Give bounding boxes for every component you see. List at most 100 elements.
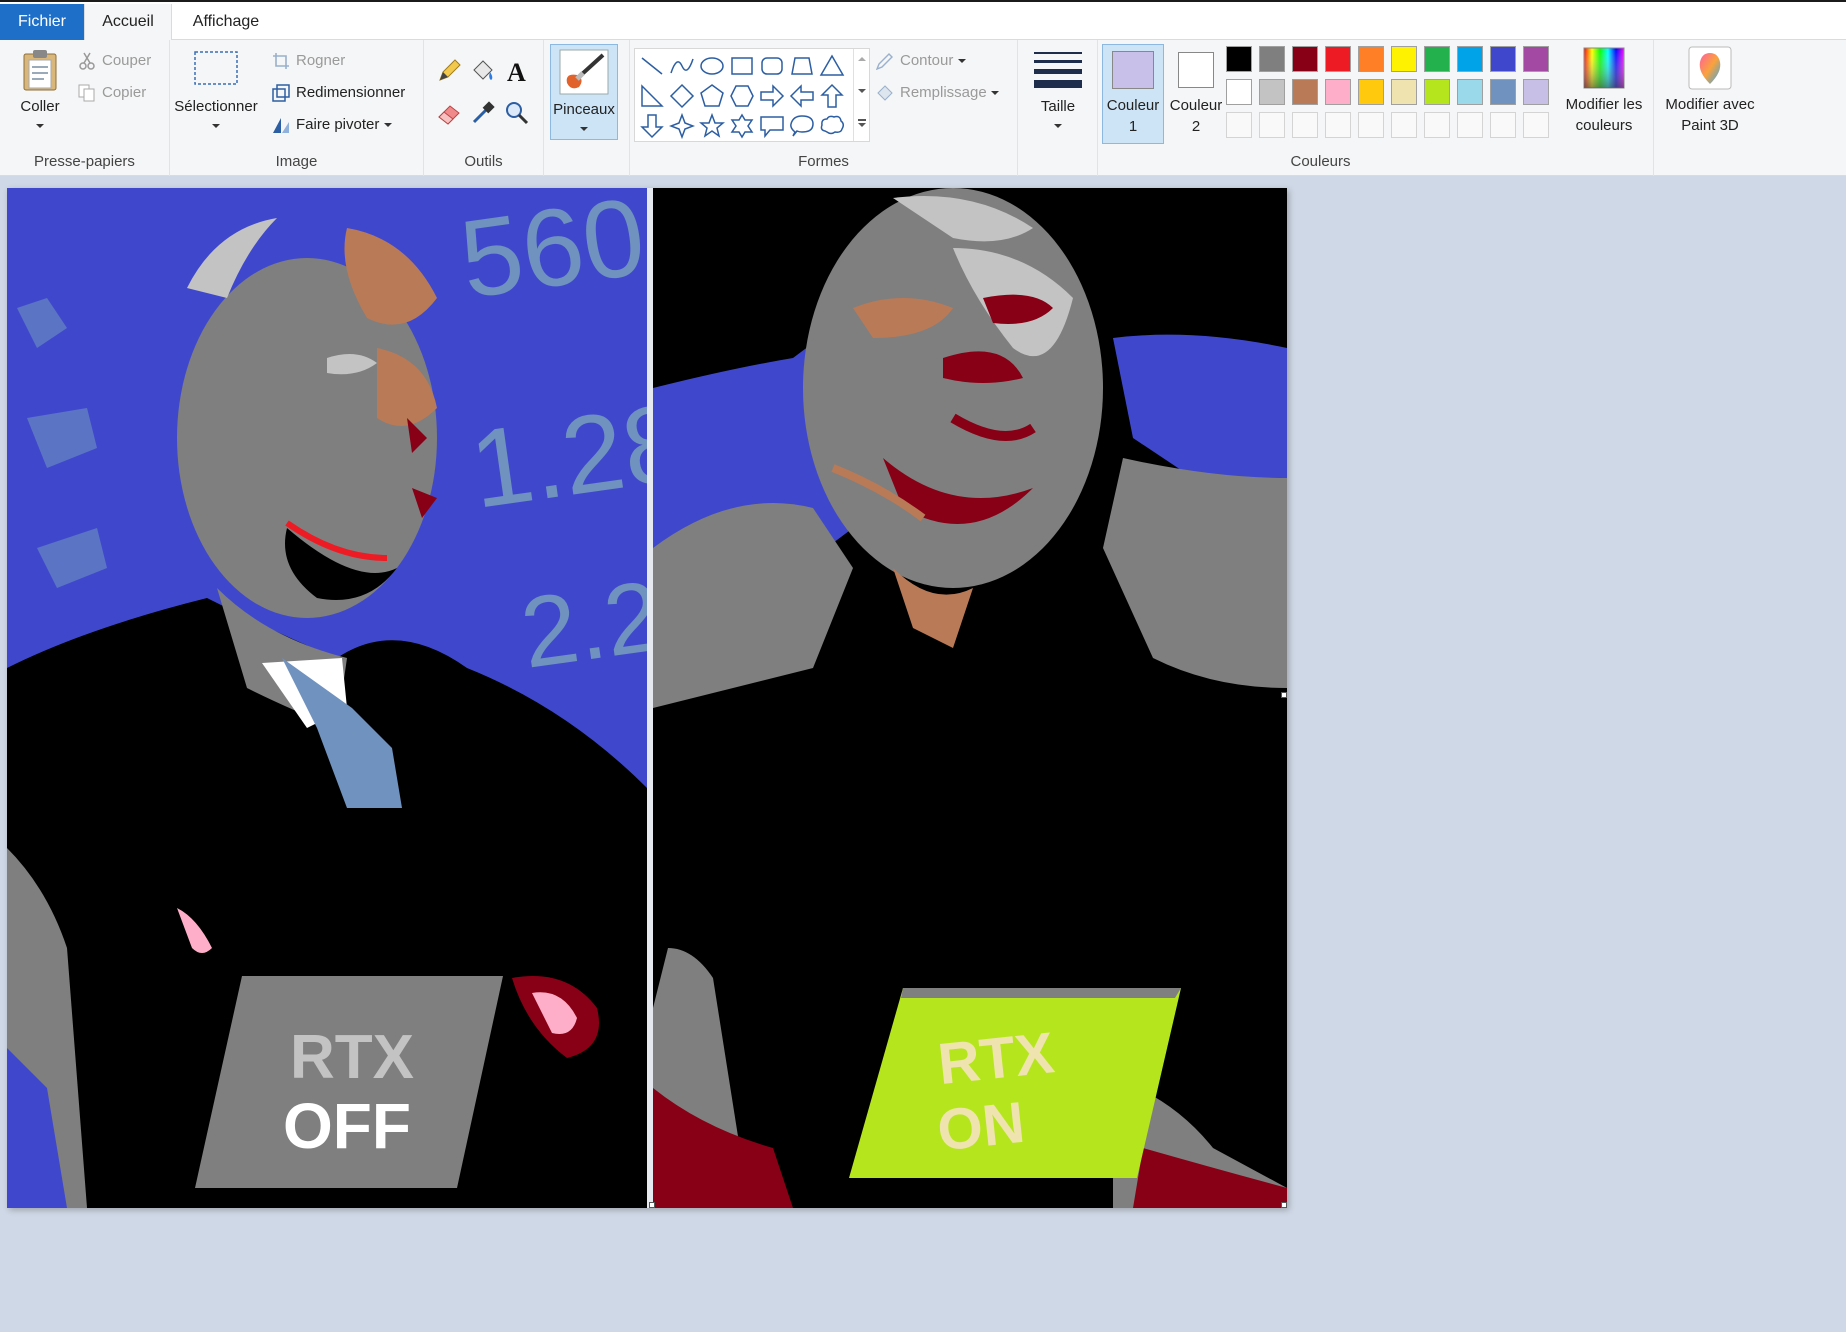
drawing-canvas[interactable]: 560 1.28 2.2 RTX OFF RTX ON xyxy=(7,188,1287,1208)
color-picker-icon[interactable] xyxy=(470,100,496,126)
tab-view[interactable]: Affichage xyxy=(172,4,280,40)
edit-colors-button[interactable]: Modifier les couleurs xyxy=(1554,46,1654,136)
color2-button[interactable]: Couleur 2 xyxy=(1166,44,1226,144)
resize-handle-bottom-center[interactable] xyxy=(649,1202,655,1208)
palette-swatch[interactable] xyxy=(1424,46,1450,72)
copy-button[interactable]: Copier xyxy=(78,80,146,106)
rtx-on-line1: RTX xyxy=(935,1020,1057,1097)
crop-button[interactable]: Rogner xyxy=(272,48,345,74)
custom-color-slot[interactable] xyxy=(1226,112,1252,138)
crop-icon xyxy=(272,52,290,70)
tab-file[interactable]: Fichier xyxy=(0,4,84,40)
resize-handle-right-middle[interactable] xyxy=(1281,692,1287,698)
four-point-star-shape-icon[interactable] xyxy=(669,113,695,139)
resize-handle-bottom-right[interactable] xyxy=(1281,1202,1287,1208)
custom-color-slot[interactable] xyxy=(1292,112,1318,138)
right-triangle-shape-icon[interactable] xyxy=(639,83,665,109)
fill-bucket-icon[interactable] xyxy=(470,58,496,84)
rectangle-shape-icon[interactable] xyxy=(729,53,755,79)
text-icon[interactable]: A xyxy=(504,58,530,87)
paste-button[interactable]: Coller xyxy=(12,48,68,134)
palette-swatch[interactable] xyxy=(1226,46,1252,72)
chevron-down-icon xyxy=(990,91,999,96)
palette-swatch[interactable] xyxy=(1358,46,1384,72)
right-arrow-shape-icon[interactable] xyxy=(759,83,785,109)
rotate-button[interactable]: Faire pivoter xyxy=(272,112,392,138)
rotate-label: Faire pivoter xyxy=(296,116,380,133)
palette-swatch[interactable] xyxy=(1226,79,1252,105)
expand-gallery-icon[interactable] xyxy=(858,119,866,121)
palette-swatch[interactable] xyxy=(1259,79,1285,105)
cloud-callout-shape-icon[interactable] xyxy=(819,113,845,139)
palette-swatch[interactable] xyxy=(1358,79,1384,105)
palette-swatch[interactable] xyxy=(1292,79,1318,105)
palette-swatch[interactable] xyxy=(1292,46,1318,72)
shapes-gallery xyxy=(634,48,870,142)
palette-swatch[interactable] xyxy=(1523,46,1549,72)
resize-button[interactable]: Redimensionner xyxy=(272,80,405,106)
curve-shape-icon[interactable] xyxy=(669,53,695,79)
group-label-tools: Outils xyxy=(464,153,503,170)
rounded-rectangle-shape-icon[interactable] xyxy=(759,53,785,79)
triangle-shape-icon[interactable] xyxy=(819,53,845,79)
color-palette xyxy=(1226,46,1556,146)
rectangular-callout-shape-icon[interactable] xyxy=(759,113,785,139)
brushes-label: Pinceaux xyxy=(553,101,615,118)
shapes-scrollbar[interactable] xyxy=(853,49,869,141)
line-shape-icon[interactable] xyxy=(639,53,665,79)
palette-swatch[interactable] xyxy=(1523,79,1549,105)
custom-color-slot[interactable] xyxy=(1523,112,1549,138)
edit-with-paint3d-button[interactable]: Modifier avec Paint 3D xyxy=(1658,46,1762,136)
polygon-shape-icon[interactable] xyxy=(789,53,815,79)
palette-swatch[interactable] xyxy=(1490,79,1516,105)
pencil-icon[interactable] xyxy=(436,58,462,84)
chevron-down-icon xyxy=(36,124,44,129)
palette-swatch[interactable] xyxy=(1391,79,1417,105)
up-arrow-shape-icon[interactable] xyxy=(819,83,845,109)
cut-button[interactable]: Couper xyxy=(78,48,151,74)
diamond-shape-icon[interactable] xyxy=(669,83,695,109)
oval-shape-icon[interactable] xyxy=(699,53,725,79)
chevron-down-icon xyxy=(580,127,588,132)
pentagon-shape-icon[interactable] xyxy=(699,83,725,109)
palette-swatch[interactable] xyxy=(1490,46,1516,72)
six-point-star-shape-icon[interactable] xyxy=(729,113,755,139)
color2-label: Couleur xyxy=(1169,97,1223,114)
chevron-up-icon[interactable] xyxy=(858,57,866,61)
palette-swatch[interactable] xyxy=(1457,79,1483,105)
palette-swatch[interactable] xyxy=(1424,79,1450,105)
custom-color-slot[interactable] xyxy=(1424,112,1450,138)
down-arrow-shape-icon[interactable] xyxy=(639,113,665,139)
fill-button[interactable]: Remplissage xyxy=(876,80,999,106)
tab-home[interactable]: Accueil xyxy=(84,4,172,40)
five-point-star-shape-icon[interactable] xyxy=(699,113,725,139)
custom-color-slot[interactable] xyxy=(1457,112,1483,138)
custom-color-slot[interactable] xyxy=(1259,112,1285,138)
palette-swatch[interactable] xyxy=(1325,46,1351,72)
select-button[interactable]: Sélectionner xyxy=(174,48,258,134)
size-button[interactable]: Taille xyxy=(1026,48,1090,134)
palette-swatch[interactable] xyxy=(1325,79,1351,105)
ribbon-tab-bar: Fichier Accueil Affichage xyxy=(0,0,1846,40)
oval-callout-shape-icon[interactable] xyxy=(789,113,815,139)
chevron-down-icon[interactable] xyxy=(858,89,866,93)
magnifier-icon[interactable] xyxy=(504,100,530,126)
brushes-button[interactable]: Pinceaux xyxy=(550,44,618,140)
eraser-icon[interactable] xyxy=(436,100,462,126)
outline-button[interactable]: Contour xyxy=(875,48,966,74)
custom-color-slot[interactable] xyxy=(1391,112,1417,138)
paint3d-label-1: Modifier avec xyxy=(1665,96,1755,113)
hexagon-shape-icon[interactable] xyxy=(729,83,755,109)
svg-text:A: A xyxy=(507,58,526,84)
palette-swatch[interactable] xyxy=(1391,46,1417,72)
left-arrow-shape-icon[interactable] xyxy=(789,83,815,109)
color1-button[interactable]: Couleur 1 xyxy=(1102,44,1164,144)
palette-swatch[interactable] xyxy=(1259,46,1285,72)
color2-swatch xyxy=(1178,52,1214,88)
select-label: Sélectionner xyxy=(174,98,258,115)
selection-rectangle-icon xyxy=(194,51,238,85)
custom-color-slot[interactable] xyxy=(1325,112,1351,138)
palette-swatch[interactable] xyxy=(1457,46,1483,72)
custom-color-slot[interactable] xyxy=(1358,112,1384,138)
custom-color-slot[interactable] xyxy=(1490,112,1516,138)
